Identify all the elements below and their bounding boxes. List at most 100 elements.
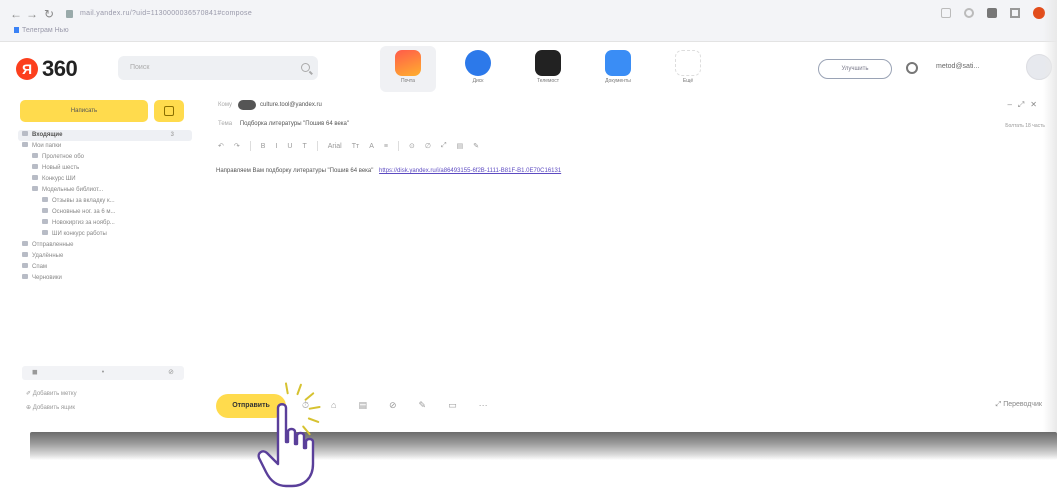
- format-tool-button[interactable]: ↷: [234, 142, 240, 150]
- format-tool-button[interactable]: T: [302, 143, 306, 150]
- service-docs[interactable]: Документы: [590, 46, 646, 92]
- search-icon[interactable]: [301, 63, 310, 72]
- profile-icon[interactable]: [964, 8, 974, 18]
- bookmark-item[interactable]: Телеграм Нью: [14, 27, 69, 34]
- add-mailbox-link[interactable]: ⊕ Добавить ящик: [26, 404, 75, 411]
- sidebar-item[interactable]: Входящие 3: [18, 130, 192, 141]
- service-mail[interactable]: Почта: [380, 46, 436, 92]
- format-tool-button[interactable]: Arial: [328, 143, 342, 150]
- format-tool-button[interactable]: ▤: [457, 142, 464, 150]
- extension-icon[interactable]: [941, 8, 951, 18]
- recipient-email: culture.tool@yandex.ru: [260, 102, 322, 108]
- sidebar-item[interactable]: ШИ конкурс работы: [22, 229, 192, 240]
- upgrade-button[interactable]: Улучшить: [818, 59, 892, 79]
- reload-icon[interactable]: ↻: [44, 7, 54, 21]
- sidebar-item[interactable]: Модельные библиот...: [22, 185, 192, 196]
- format-tool-button[interactable]: B: [261, 143, 266, 150]
- folder-icon: [32, 164, 38, 169]
- sidebar-item-label: Новый шесть: [42, 165, 80, 171]
- folder-icon: [32, 186, 38, 191]
- toolbar-divider: [397, 141, 399, 151]
- account-name[interactable]: metod@sati...: [936, 63, 979, 70]
- sidebar-item-label: Удалённые: [32, 253, 64, 259]
- compose-tool-icon[interactable]: ▤: [358, 400, 367, 411]
- translate-button[interactable]: ⤢ Переводчик: [996, 401, 1042, 409]
- folder-list: Входящие 3 Мои папки Пролетное обо Новый шес…: [18, 130, 192, 284]
- format-tool-button[interactable]: ⊙: [409, 142, 415, 150]
- compose-window-controls[interactable]: –⤢✕: [1007, 100, 1043, 110]
- folder-icon: [32, 153, 38, 158]
- mail-icon: [395, 50, 421, 76]
- forward-icon[interactable]: →: [26, 7, 38, 21]
- compose-template-button[interactable]: [154, 100, 184, 122]
- sidebar-item[interactable]: Новый шесть: [22, 163, 192, 174]
- search-input[interactable]: Поиск: [118, 56, 318, 80]
- sidebar-item[interactable]: Отзывы за вкладку к...: [22, 196, 192, 207]
- compose-tool-icon[interactable]: ···: [479, 400, 488, 411]
- toolbar-divider: [316, 141, 318, 151]
- format-tool-button[interactable]: A: [369, 143, 374, 150]
- compose-tool-icon[interactable]: ▭: [448, 400, 457, 411]
- sidebar-item-label: Входящие: [32, 132, 63, 138]
- recipient-chip[interactable]: culture.tool@yandex.ru: [238, 100, 322, 110]
- sidebar-item[interactable]: Новокиргиз за ноябр...: [22, 218, 192, 229]
- compose-button[interactable]: Написать: [20, 100, 148, 122]
- sidebar-tools: ◼ • ⊘: [22, 366, 184, 380]
- sidebar-item[interactable]: Пролетное обо: [22, 152, 192, 163]
- window-icon[interactable]: [1010, 8, 1020, 18]
- sidebar-tool-icon[interactable]: •: [102, 366, 104, 380]
- format-tool-button[interactable]: ≡: [384, 143, 388, 150]
- compose-bottom-bar: Отправить ⏱ ⌂ ▤ ⊘ ✎ ▭ ··· ⤢ Переводчик: [216, 392, 1046, 418]
- message-body[interactable]: Направляем Вам подборку литературы "Поши…: [216, 168, 561, 174]
- sidebar-item-label: Мои папки: [32, 143, 62, 149]
- subject-input[interactable]: Подборка литературы "Пошив 64 века": [240, 121, 349, 127]
- sidebar-item-label: Черновики: [32, 275, 62, 281]
- format-tool-button[interactable]: ↶: [218, 142, 224, 150]
- format-tool-button[interactable]: U: [287, 143, 292, 150]
- add-mailbox-text: Добавить ящик: [32, 405, 76, 411]
- service-disk[interactable]: Диск: [450, 46, 506, 92]
- sidebar-item-label: Конкурс ШИ: [42, 176, 76, 182]
- sidebar-item[interactable]: Конкурс ШИ: [22, 174, 192, 185]
- format-toolbar: ↶ ↷ B I U T Arial Тт A ≡ ⊙ ∅ ⤢ ▤ ✎: [218, 141, 479, 151]
- format-tool-button[interactable]: I: [275, 143, 277, 150]
- compose-tool-icon[interactable]: ⊘: [389, 400, 397, 411]
- sidebar-item-label: Модельные библиот...: [42, 187, 104, 193]
- bookmark-icon[interactable]: [987, 8, 997, 18]
- format-tool-button[interactable]: ✎: [473, 142, 479, 150]
- body-link[interactable]: https://disk.yandex.ru/i/a86493155-6f2B-…: [379, 168, 561, 174]
- sidebar-item[interactable]: Основные ног. за 6 м...: [22, 207, 192, 218]
- service-telemost[interactable]: Телемост: [520, 46, 576, 92]
- mailbox-icon: ⊕: [26, 405, 33, 411]
- format-tool-button[interactable]: ∅: [425, 142, 431, 150]
- settings-icon[interactable]: [906, 62, 918, 74]
- format-tool-button[interactable]: ⤢: [441, 142, 447, 150]
- address-bar[interactable]: mail.yandex.ru/?uid=1130000036570841#com…: [66, 5, 926, 23]
- sidebar-item[interactable]: Черновики: [22, 273, 192, 284]
- yandex-360-logo[interactable]: Я 360: [16, 56, 78, 82]
- compose-tool-icon[interactable]: ✎: [419, 400, 427, 411]
- back-icon[interactable]: ←: [10, 7, 22, 21]
- subject-row[interactable]: Тема Подборка литературы "Пошив 64 века": [218, 121, 349, 127]
- app-header: Я 360 Поиск Почта Диск Телемост Документы Ещ…: [0, 42, 1057, 94]
- add-label-link[interactable]: ✐ Добавить метку: [26, 390, 77, 397]
- sidebar-tool-icon[interactable]: ◼: [32, 366, 38, 380]
- folder-icon: [22, 142, 28, 147]
- folder-icon: [22, 131, 28, 136]
- sidebar-item-label: Основные ног. за 6 м...: [52, 209, 116, 215]
- service-label: Ещё: [682, 78, 694, 84]
- docs-icon: [605, 50, 631, 76]
- sender-select[interactable]: Болтать 18 часть: [1005, 123, 1045, 129]
- sidebar-item[interactable]: Отправленные: [22, 240, 192, 251]
- service-label: Диск: [472, 78, 484, 84]
- sidebar-item[interactable]: Спам: [22, 262, 192, 273]
- sidebar-item[interactable]: Мои папки: [22, 141, 192, 152]
- logo-text: 360: [42, 56, 78, 81]
- service-more[interactable]: Ещё: [660, 46, 716, 92]
- sidebar-item-label: Отправленные: [32, 242, 74, 248]
- sidebar-item[interactable]: Удалённые: [22, 251, 192, 262]
- format-tool-button[interactable]: Тт: [352, 143, 359, 150]
- sidebar-item-label: Новокиргиз за ноябр...: [52, 220, 115, 226]
- disk-icon: [465, 50, 491, 76]
- sidebar-tool-icon[interactable]: ⊘: [168, 366, 174, 380]
